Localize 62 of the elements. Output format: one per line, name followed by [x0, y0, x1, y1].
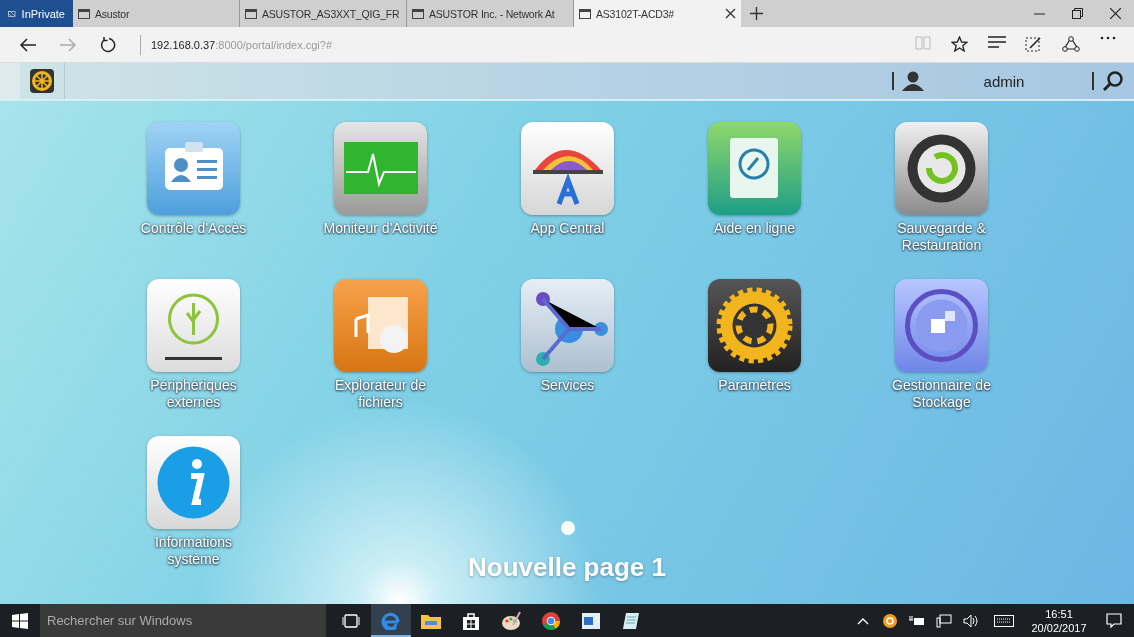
wheel-logo-icon[interactable]	[30, 69, 54, 93]
search-field[interactable]: Rechercher sur Windows	[40, 604, 326, 637]
page-icon	[579, 8, 591, 19]
keyboard-icon[interactable]	[994, 614, 1014, 627]
more-icon[interactable]	[1099, 36, 1116, 40]
notepad-icon[interactable]	[621, 610, 641, 631]
paint-palette-icon[interactable]	[501, 610, 521, 631]
star-icon[interactable]	[951, 36, 968, 52]
hub-icon[interactable]	[987, 36, 1006, 48]
store-icon[interactable]	[462, 611, 480, 630]
page-icon	[412, 8, 424, 19]
storage-app-icon[interactable]	[895, 279, 988, 372]
page-title: Nouvelle page 1	[467, 552, 667, 583]
monitor-app-icon[interactable]	[334, 122, 427, 215]
app-label[interactable]: Explorateur de fichiers	[315, 377, 446, 411]
windows-start-icon[interactable]	[12, 612, 28, 629]
new-tab-icon[interactable]	[749, 7, 763, 20]
page-icon	[245, 8, 257, 19]
app-label[interactable]: Services	[502, 377, 633, 394]
battery-icon[interactable]	[908, 614, 925, 627]
search-icon[interactable]	[1102, 70, 1124, 92]
backup-app-icon[interactable]	[895, 122, 988, 215]
page-indicator-dot[interactable]	[561, 521, 575, 535]
share-icon[interactable]	[1061, 36, 1080, 53]
speaker-icon[interactable]	[962, 613, 979, 628]
app-label[interactable]: Aide en ligne	[689, 220, 820, 237]
help-app-icon[interactable]	[708, 122, 801, 215]
chrome-icon[interactable]	[541, 610, 561, 631]
refresh-icon[interactable]	[100, 36, 116, 53]
services-app-icon[interactable]	[521, 279, 614, 372]
clock-date[interactable]: 20/02/2017	[1024, 620, 1094, 635]
close-icon[interactable]	[1109, 8, 1121, 19]
username-label[interactable]: admin	[924, 72, 1084, 90]
access-app-icon[interactable]	[147, 122, 240, 215]
app-label[interactable]: Gestionnaire de Stockage	[876, 377, 1007, 411]
info-app-icon[interactable]	[147, 436, 240, 529]
user-icon[interactable]	[902, 71, 924, 91]
browser-tab[interactable]: AS3102T-ACD3#	[574, 0, 741, 27]
chevron-up-icon[interactable]	[856, 616, 869, 625]
window-app-icon[interactable]	[581, 611, 601, 630]
back-icon[interactable]	[19, 37, 37, 52]
inprivate-badge: InPrivate	[0, 0, 73, 27]
notifications-icon[interactable]	[1106, 612, 1122, 629]
app-label[interactable]: Contrôle d'Accès	[128, 220, 259, 237]
app-label[interactable]: App Central	[502, 220, 633, 237]
app-label[interactable]: Périphériques externes	[128, 377, 259, 411]
app-label[interactable]: Informations système	[128, 534, 259, 568]
page-icon	[78, 8, 90, 19]
task-view-icon[interactable]	[342, 613, 360, 628]
note-pen-icon[interactable]	[1025, 36, 1042, 53]
app-label[interactable]: Sauvegarde & Restauration	[876, 220, 1007, 254]
app-label[interactable]: Paramètres	[689, 377, 820, 394]
files-app-icon[interactable]	[334, 279, 427, 372]
restore-icon[interactable]	[1071, 8, 1083, 19]
settings-app-icon[interactable]	[708, 279, 801, 372]
appcentral-app-icon[interactable]	[521, 122, 614, 215]
close-icon[interactable]	[725, 8, 736, 19]
app-label[interactable]: Moniteur d'Activité	[315, 220, 446, 237]
clock-time[interactable]: 16:51	[1024, 606, 1094, 621]
folder-icon[interactable]	[421, 612, 441, 629]
ring-icon[interactable]	[882, 613, 897, 628]
network-icon[interactable]	[935, 613, 952, 628]
